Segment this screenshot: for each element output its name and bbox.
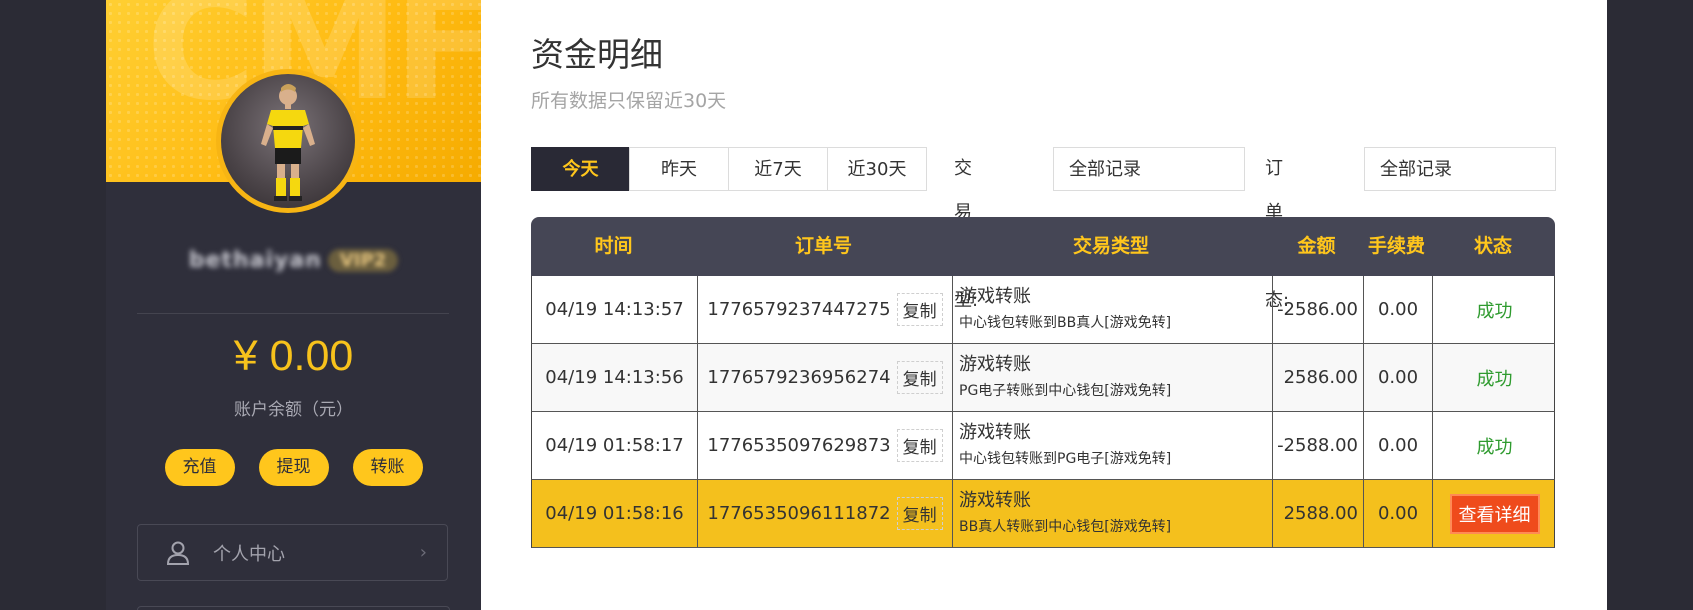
username-row: bethaiyan VIP2 (106, 248, 481, 273)
row-order-cell: 1776579236956274 复制 (697, 344, 952, 411)
sidebar: CMF bethaiyan VIP2 ¥ 0.00 账户余额（元） 充值 提现 … (106, 0, 481, 610)
table-row: 04/19 14:13:56 1776579236956274 复制 游戏转账 … (531, 344, 1555, 412)
menu-item-personal-center[interactable]: 个人中心 › (137, 524, 448, 581)
row-time: 04/19 01:58:16 (545, 503, 684, 524)
row-status-cell: 查看详细 (1432, 480, 1556, 547)
status-success: 成功 (1476, 436, 1513, 458)
order-status-select[interactable]: 全部记录 (1364, 147, 1556, 191)
page-title: 资金明细 (531, 35, 663, 74)
avatar[interactable] (216, 69, 360, 213)
row-fee: 0.00 (1363, 344, 1432, 411)
table-row-highlighted[interactable]: 04/19 01:58:16 1776535096111872 复制 游戏转账 … (531, 480, 1555, 548)
withdraw-button[interactable]: 提现 (258, 449, 329, 486)
column-header-type: 交易类型 (1072, 235, 1149, 257)
row-fee: 0.00 (1363, 480, 1432, 547)
vip-badge: VIP2 (327, 249, 399, 272)
row-amount: -2588.00 (1272, 412, 1363, 479)
column-header-order-id: 订单号 (794, 235, 852, 257)
row-time: 04/19 14:13:57 (545, 299, 684, 320)
row-type-cell: 游戏转账 中心钱包转账到BB真人[游戏免转] (952, 276, 1272, 343)
transactions-table: 时间 订单号 交易类型 金额 手续费 状态 04/19 14:13:57 177… (531, 217, 1555, 548)
row-type-detail: 中心钱包转账到BB真人[游戏免转] (959, 315, 1172, 331)
row-type: 游戏转账 (959, 286, 1031, 307)
divider (137, 313, 449, 314)
table-row: 04/19 14:13:57 1776579237447275 复制 游戏转账 … (531, 276, 1555, 344)
row-type: 游戏转账 (959, 490, 1031, 511)
row-type-cell: 游戏转账 BB真人转账到中心钱包[游戏免转] (952, 480, 1272, 547)
row-status-cell: 成功 (1432, 276, 1556, 343)
row-status-cell: 成功 (1432, 344, 1556, 411)
main-panel: 资金明细 所有数据只保留近30天 今天 昨天 近7天 近30天 交易类型: 全部… (481, 0, 1607, 610)
copy-button[interactable]: 复制 (896, 429, 943, 462)
column-header-status: 状态 (1473, 235, 1512, 257)
menu-item-label: 个人中心 (213, 543, 285, 565)
row-order-id: 1776535097629873 (707, 435, 891, 456)
transaction-type-select[interactable]: 全部记录 (1053, 147, 1245, 191)
row-type-detail: 中心钱包转账到PG电子[游戏免转] (959, 451, 1172, 467)
row-type-detail: PG电子转账到中心钱包[游戏免转] (959, 383, 1172, 399)
status-success: 成功 (1476, 368, 1513, 390)
transfer-button[interactable]: 转账 (352, 449, 423, 486)
row-time: 04/19 14:13:56 (545, 367, 684, 388)
page-subtitle: 所有数据只保留近30天 (531, 90, 727, 112)
row-fee: 0.00 (1363, 412, 1432, 479)
copy-button[interactable]: 复制 (896, 497, 943, 530)
chevron-right-icon: › (419, 542, 427, 563)
status-success: 成功 (1476, 300, 1513, 322)
row-amount: 2588.00 (1272, 480, 1363, 547)
row-type-detail: BB真人转账到中心钱包[游戏免转] (959, 519, 1172, 535)
table-header: 时间 订单号 交易类型 金额 手续费 状态 (531, 217, 1555, 276)
column-header-fee: 手续费 (1367, 235, 1425, 257)
row-order-id: 1776535096111872 (707, 503, 891, 524)
row-status-cell: 成功 (1432, 412, 1556, 479)
row-order-cell: 1776535096111872 复制 (697, 480, 952, 547)
menu-item-next[interactable] (137, 606, 450, 610)
balance-label: 账户余额（元） (234, 400, 353, 420)
username: bethaiyan (188, 248, 322, 273)
tab-yesterday[interactable]: 昨天 (629, 147, 729, 191)
tab-7-days[interactable]: 近7天 (728, 147, 828, 191)
account-balance: ¥ 0.00 (233, 332, 354, 380)
user-icon (166, 541, 190, 565)
row-type: 游戏转账 (959, 354, 1031, 375)
avatar-image (221, 74, 355, 208)
view-details-button[interactable]: 查看详细 (1449, 493, 1540, 534)
tab-30-days[interactable]: 近30天 (827, 147, 927, 191)
tab-today[interactable]: 今天 (531, 147, 630, 191)
copy-button[interactable]: 复制 (896, 293, 943, 326)
deposit-button[interactable]: 充值 (164, 449, 235, 486)
action-buttons: 充值 提现 转账 (106, 449, 481, 486)
column-header-time: 时间 (594, 235, 633, 257)
row-amount: -2586.00 (1272, 276, 1363, 343)
row-fee: 0.00 (1363, 276, 1432, 343)
row-order-id: 1776579236956274 (707, 367, 891, 388)
column-header-amount: 金额 (1297, 235, 1336, 257)
copy-button[interactable]: 复制 (896, 361, 943, 394)
row-order-cell: 1776579237447275 复制 (697, 276, 952, 343)
row-type: 游戏转账 (959, 422, 1031, 443)
row-type-cell: 游戏转账 中心钱包转账到PG电子[游戏免转] (952, 412, 1272, 479)
row-type-cell: 游戏转账 PG电子转账到中心钱包[游戏免转] (952, 344, 1272, 411)
row-amount: 2586.00 (1272, 344, 1363, 411)
row-order-cell: 1776535097629873 复制 (697, 412, 952, 479)
row-order-id: 1776579237447275 (707, 299, 891, 320)
table-row: 04/19 01:58:17 1776535097629873 复制 游戏转账 … (531, 412, 1555, 480)
row-time: 04/19 01:58:17 (545, 435, 684, 456)
